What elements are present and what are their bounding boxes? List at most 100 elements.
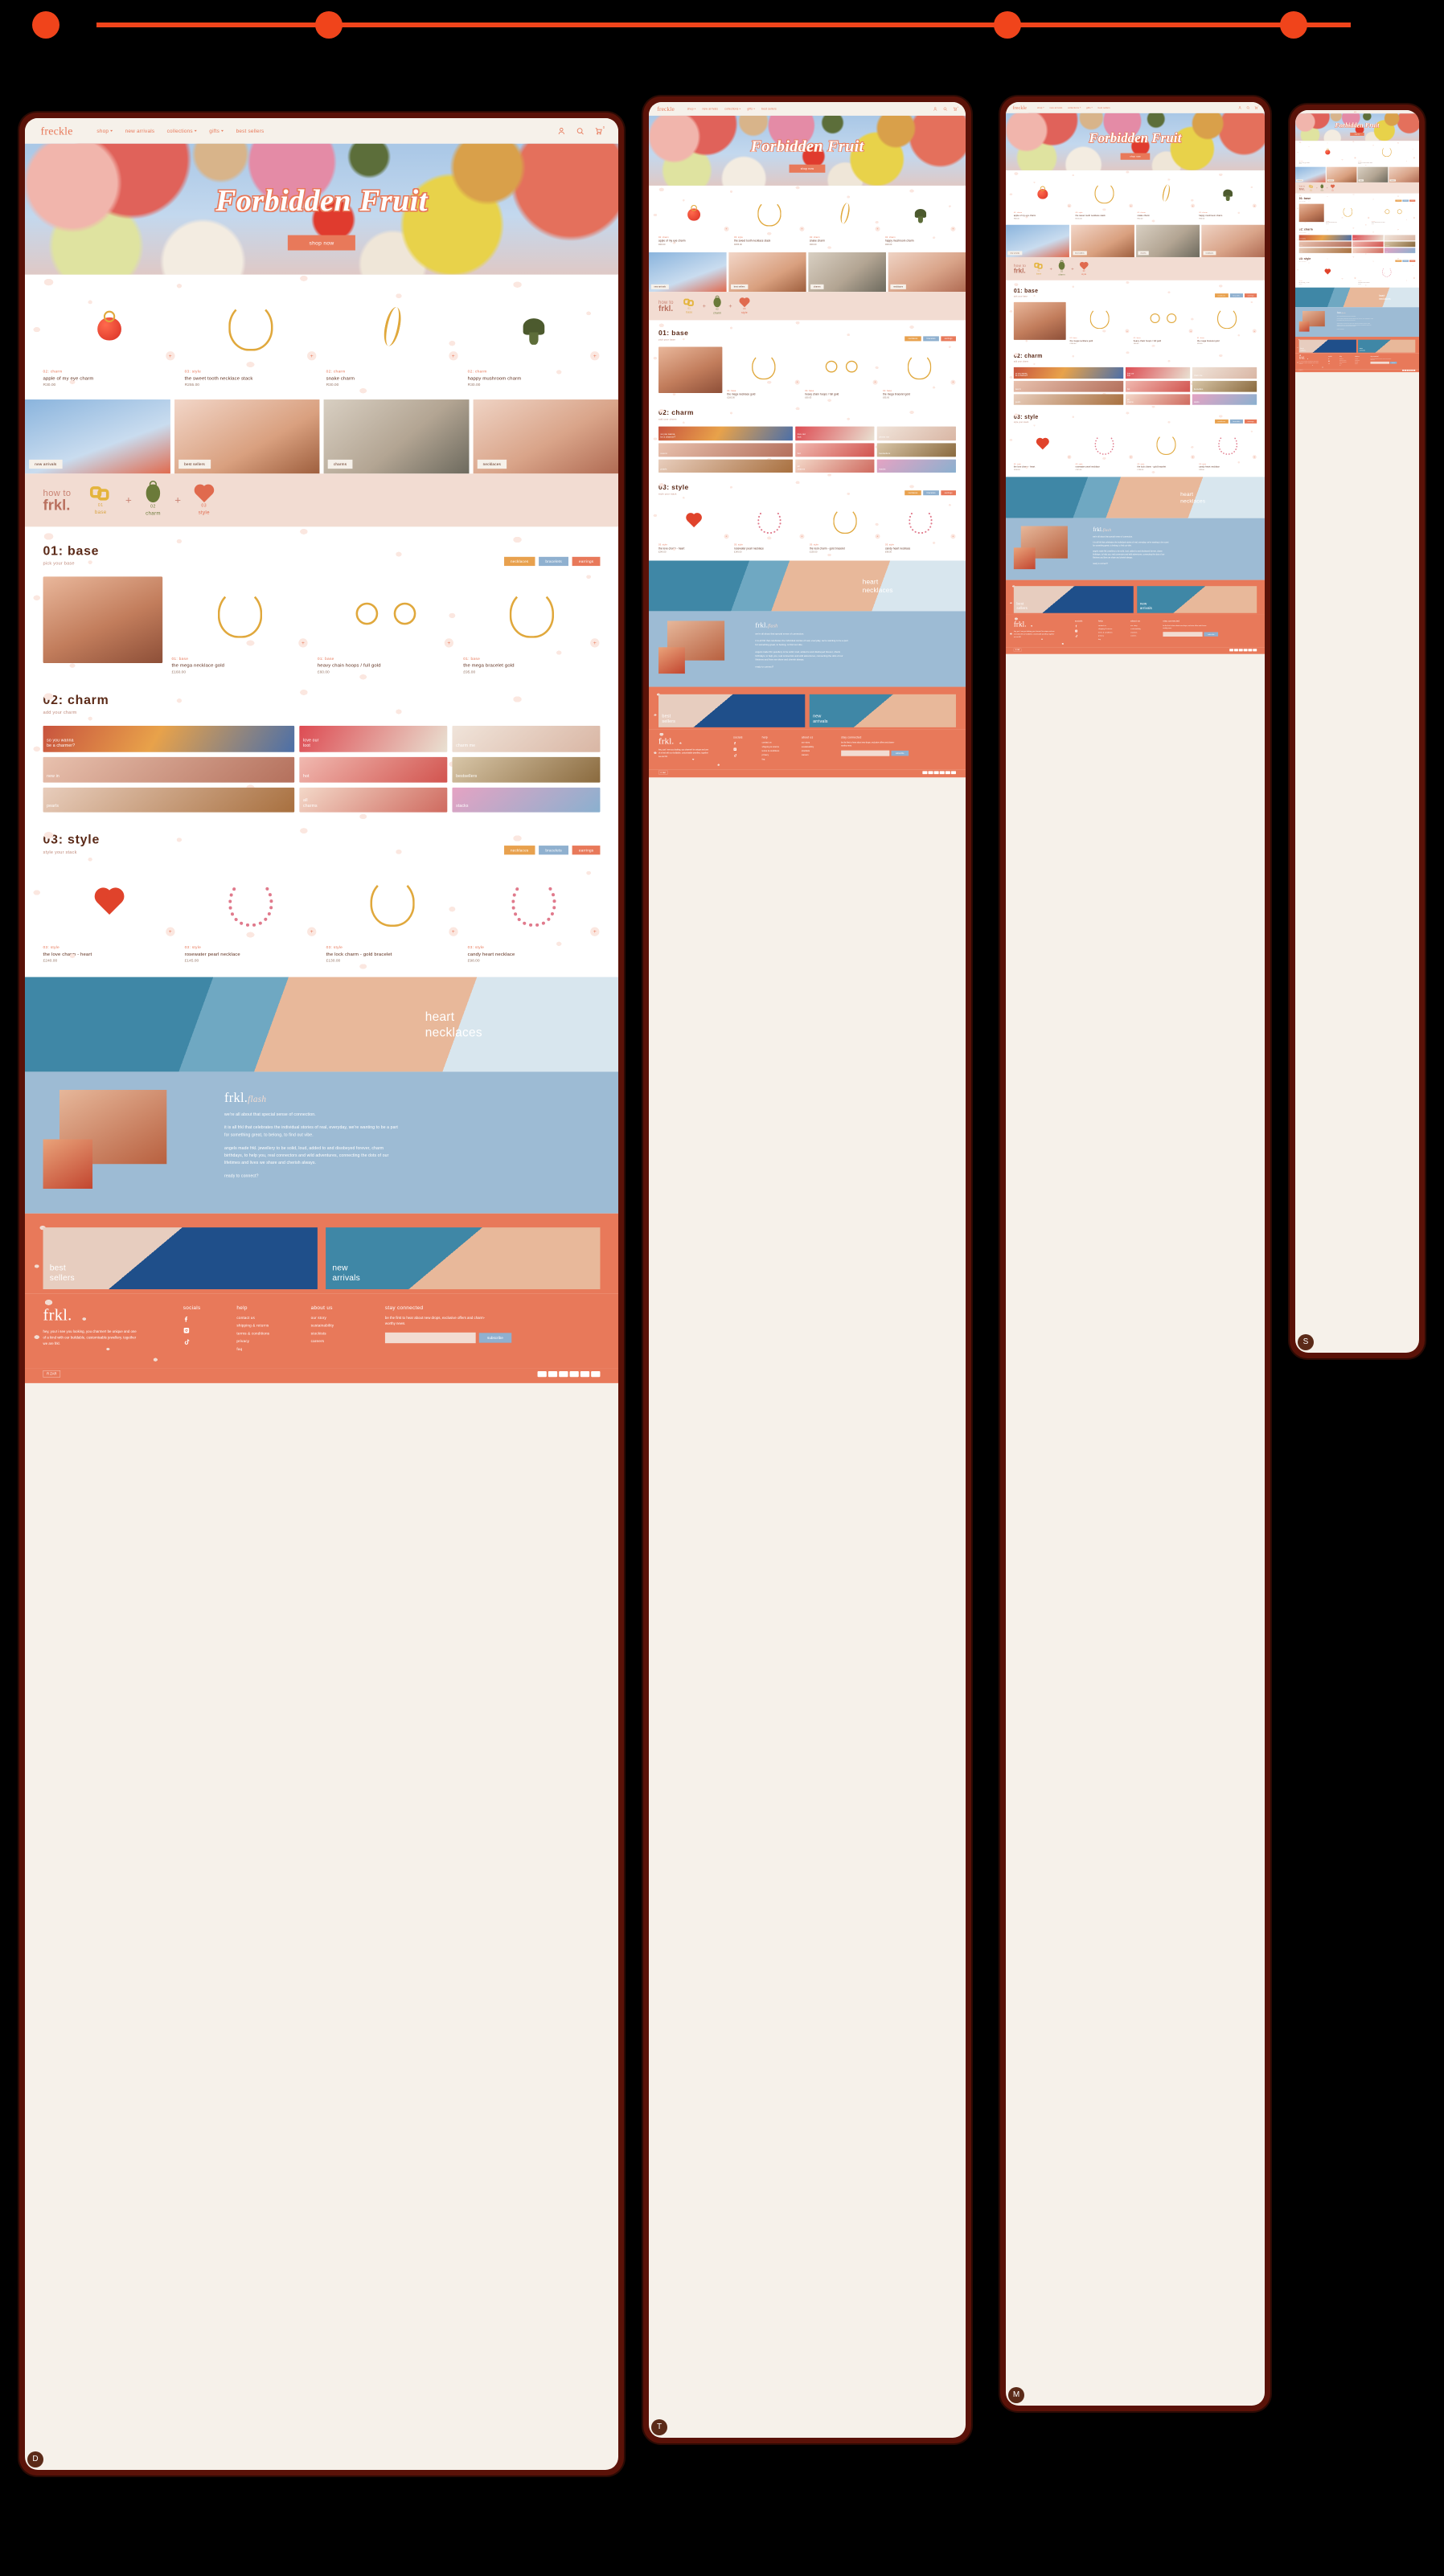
heart-necklaces-banner[interactable]: heart necklaces [1006,477,1265,518]
product-card[interactable]: + 01: base the mega necklace gold £160.0… [1326,204,1370,224]
promo-card-best-sellers[interactable]: best sellers [658,694,806,727]
lookbook-tile[interactable]: new arrivals [1006,224,1069,257]
instagram-icon[interactable] [733,747,737,751]
footer-link[interactable]: sustainability [1130,628,1155,629]
charm-tile[interactable]: bestsellers [1384,241,1416,248]
charm-tile[interactable]: love our loot [299,725,448,752]
instagram-icon[interactable] [183,1327,190,1333]
quick-add-button[interactable]: + [1129,203,1134,208]
lookbook-tile[interactable]: new arrivals [25,399,170,474]
charm-tile[interactable]: charm me [1384,235,1416,241]
charm-tile[interactable]: love our loot [1352,235,1384,241]
lookbook-tile[interactable]: best sellers [1326,166,1357,182]
product-card[interactable]: + 03: style candy heart necklace £98.00 [468,866,601,963]
promo-card-best-sellers[interactable]: best sellers [1013,586,1134,613]
filter-pill[interactable]: necklaces [503,556,535,567]
logo-freckle[interactable]: freckle [657,105,674,112]
quick-add-button[interactable]: + [1413,276,1416,280]
charm-tile[interactable]: all charms [1125,394,1191,405]
lookbook-tile[interactable]: necklaces [1389,166,1419,182]
footer-logo[interactable]: frkl. [658,735,724,746]
heart-necklaces-banner[interactable]: heart necklaces [25,977,618,1072]
search-icon[interactable] [1246,106,1250,109]
footer-link[interactable]: terms & conditions [762,750,793,752]
filter-pill[interactable]: bracelets [1402,260,1409,262]
charm-tile[interactable]: pearls [43,787,295,813]
footer-link[interactable]: careers [802,754,832,756]
product-card[interactable]: + 01: base heavy chain hoops / full gold… [1134,302,1193,345]
product-card[interactable]: + 01: base the mega bracelet gold £95.00 [463,576,600,674]
currency-selector[interactable]: R ZAR [43,1370,61,1378]
lookbook-tile[interactable]: charms [808,252,886,293]
how-to-step-style[interactable]: 03 style [1080,262,1088,276]
quick-add-button[interactable]: + [875,534,880,539]
nav-link[interactable]: collections [724,108,741,110]
filter-pill[interactable]: earrings [1245,419,1257,424]
cart-icon[interactable]: 0 [1254,105,1259,109]
quick-add-button[interactable]: + [449,927,458,936]
product-card[interactable]: + 03: style the sweet tooth necklace sta… [1358,144,1416,164]
product-card[interactable]: + 03: style the lock charm - gold bracel… [326,866,459,963]
product-card[interactable]: + 02: charm happy mushroom charm R30.00 [468,289,601,387]
lookbook-tile[interactable]: charms [1357,166,1389,182]
product-card[interactable]: + 03: style the love charm - heart £240.… [1014,428,1072,471]
nav-link[interactable]: shop [96,128,113,133]
product-card[interactable]: + 03: style the love charm - heart £240.… [43,866,176,963]
currency-selector[interactable]: R ZAR [1298,369,1303,371]
product-card[interactable]: + 03: style rosewater pearl necklace £14… [1076,428,1134,471]
footer-link[interactable]: sustainability [311,1324,369,1328]
charm-tile[interactable]: hot [299,756,448,783]
promo-card-new-arrivals[interactable]: new arrivals [1137,586,1257,613]
promo-card-new-arrivals[interactable]: new arrivals [809,694,956,727]
account-icon[interactable] [558,127,566,135]
footer-link[interactable]: contact us [1339,358,1352,359]
rail-dot[interactable] [1280,11,1307,39]
footer-link[interactable]: careers [1355,363,1367,364]
promo-card-best-sellers[interactable]: best sellers [1298,339,1356,353]
product-card[interactable]: + 02: charm apple of my eye charm R30.00 [1299,144,1356,164]
footer-link[interactable]: privacy [762,754,793,756]
footer-logo[interactable]: frkl. [1014,620,1068,629]
instagram-icon[interactable] [1075,629,1078,633]
charm-tile[interactable]: pearls [1013,394,1124,405]
product-card[interactable]: + 01: base the mega bracelet gold £95.00 [1197,302,1257,345]
product-card[interactable]: + 03: style candy heart necklace £98.00 [1199,428,1257,471]
how-to-step-base[interactable]: 01 base [1308,185,1314,191]
charm-tile[interactable]: charm me [452,725,601,752]
filter-pill[interactable]: bracelets [539,846,569,855]
quick-add-button[interactable]: + [1252,203,1257,208]
filter-pill[interactable]: necklaces [905,490,921,496]
newsletter-subscribe-button[interactable]: subscribe [891,750,909,756]
footer-logo[interactable]: frkl. [43,1305,167,1325]
filter-pill[interactable]: earrings [941,336,956,342]
how-to-step-base[interactable]: 01 base [683,298,695,313]
charm-tile[interactable]: stacks [1384,248,1416,253]
footer-link[interactable]: privacy [1339,363,1352,364]
lookbook-tile[interactable]: new arrivals [649,252,727,293]
product-card[interactable]: + 02: charm happy mushroom charm R30.00 [885,194,956,246]
logo-freckle[interactable]: freckle [40,125,72,137]
quick-add-button[interactable]: + [1367,216,1370,219]
charm-tile[interactable]: love our loot [1125,367,1191,379]
hero-shop-now-button[interactable]: shop now [287,235,356,251]
charm-tile[interactable]: charm me [876,426,956,441]
quick-add-button[interactable]: + [950,534,956,539]
hero-shop-now-button[interactable]: shop now [1350,133,1364,136]
filter-pill[interactable]: bracelets [923,336,939,342]
filter-pill[interactable]: necklaces [905,336,921,342]
charm-tile[interactable]: stacks [1192,394,1257,405]
product-card[interactable]: + 01: base the mega bracelet gold £95.00 [883,347,956,399]
charm-tile[interactable]: stacks [876,459,956,473]
product-card[interactable]: + 03: style the love charm - heart £240.… [1299,264,1356,285]
filter-pill[interactable]: earrings [1409,260,1416,262]
quick-add-button[interactable]: + [590,638,600,648]
footer-link[interactable]: careers [311,1339,369,1343]
footer-link[interactable]: faq [1339,365,1352,366]
how-to-step-base[interactable]: 01 base [89,485,112,515]
charm-tile[interactable]: hot [1125,380,1191,392]
filter-pill[interactable]: necklaces [1214,293,1229,298]
filter-pill[interactable]: necklaces [503,846,535,855]
quick-add-button[interactable]: + [950,379,956,385]
nav-link[interactable]: shop [687,108,696,110]
lookbook-tile[interactable]: new arrivals [1295,166,1326,182]
